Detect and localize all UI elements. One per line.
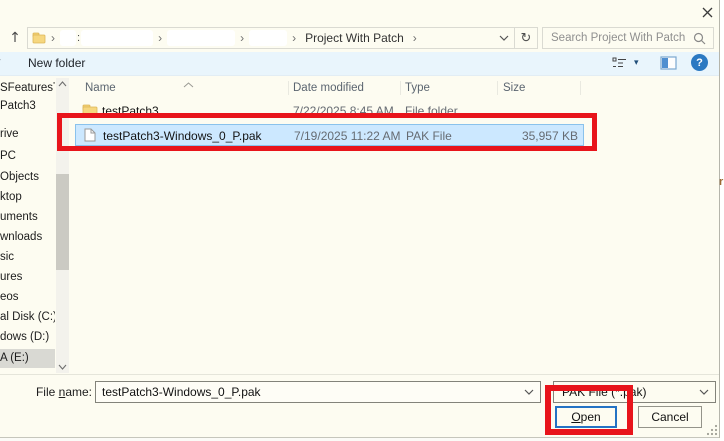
folder-icon [82, 104, 98, 117]
breadcrumb-separator-icon: › [411, 31, 419, 45]
preview-pane-icon [660, 56, 677, 70]
type-cell: PAK File [406, 125, 452, 147]
redacted-breadcrumb-segment [60, 30, 76, 46]
date-modified-cell: 7/19/2025 11:22 AM [294, 125, 401, 147]
close-button[interactable] [696, 3, 718, 21]
scrollbar-thumb[interactable] [56, 174, 69, 270]
background-text-remnant: r [719, 176, 723, 188]
scroll-down-icon[interactable] [56, 361, 69, 373]
sidebar-item[interactable]: dows (D:) [0, 328, 55, 347]
type-cell: File folder [405, 100, 458, 122]
open-file-dialog: › ↑ › : › › › Project With Patch › ↻ ▾ N… [0, 0, 724, 441]
breadcrumb-separator-icon: › [49, 31, 57, 45]
preview-pane-button[interactable] [660, 56, 677, 70]
organize-button-fragment: ▾ [0, 57, 1, 67]
file-type-dropdown-button[interactable] [693, 389, 715, 395]
sidebar-item[interactable]: Objects [0, 168, 55, 187]
date-modified-cell: 7/22/2025 8:45 AM [293, 100, 394, 122]
search-input[interactable] [543, 32, 691, 44]
column-header-type[interactable]: Type [405, 78, 430, 98]
up-arrow-icon: ↑ [9, 30, 21, 46]
sidebar-item[interactable]: al Disk (C:) [0, 308, 55, 327]
file-name-cell: testPatch3 [102, 100, 159, 122]
address-dropdown-button[interactable] [494, 35, 514, 41]
sidebar-item[interactable]: uments [0, 208, 55, 227]
column-divider [288, 81, 289, 95]
dialog-bottom-edge [0, 437, 719, 438]
refresh-icon: ↻ [521, 31, 532, 46]
chevron-down-icon [524, 389, 534, 395]
cancel-button[interactable]: Cancel [638, 406, 702, 428]
column-header-date-modified[interactable]: Date modified [293, 78, 364, 98]
search-icon [691, 32, 713, 45]
chevron-down-icon [499, 35, 509, 41]
column-header-size[interactable]: Size [503, 78, 525, 98]
table-row-selected-file[interactable]: testPatch3-Windows_0_P.pak 7/19/2025 11:… [75, 124, 584, 146]
background-window [720, 0, 724, 441]
refresh-button[interactable]: ↻ [515, 28, 537, 48]
column-divider [400, 81, 401, 95]
file-icon [84, 128, 96, 142]
sidebar-item[interactable]: sic [0, 248, 55, 267]
sidebar-item[interactable]: rive [0, 125, 55, 144]
file-name-cell: testPatch3-Windows_0_P.pak [103, 125, 262, 147]
open-button[interactable]: Open [555, 406, 617, 428]
sidebar-item[interactable]: ktop [0, 188, 55, 207]
footer-divider [0, 374, 719, 375]
breadcrumb-separator-icon: › [156, 31, 164, 45]
column-divider [580, 81, 581, 95]
file-list: Name Date modified Type Size testPatch3 … [75, 77, 719, 373]
redacted-breadcrumb-segment [249, 30, 287, 46]
sidebar-item[interactable]: PC [0, 147, 55, 166]
up-button[interactable]: ↑ [5, 27, 25, 49]
chevron-down-icon [699, 389, 709, 395]
sort-ascending-icon [183, 77, 194, 91]
file-type-value: PAK File (*.pak) [554, 385, 693, 399]
scroll-up-icon[interactable] [56, 78, 69, 90]
list-view-button[interactable] [612, 56, 628, 70]
close-icon [701, 6, 714, 19]
drive-letter-remnant: : [77, 32, 80, 44]
search-box[interactable] [542, 27, 714, 49]
column-header-name[interactable]: Name [85, 78, 116, 98]
size-cell [497, 100, 577, 122]
new-folder-button[interactable]: New folder [28, 56, 85, 70]
column-divider [497, 81, 498, 95]
address-bar[interactable]: › : › › › Project With Patch › ↻ [27, 27, 538, 49]
sidebar-scrollbar[interactable] [56, 78, 69, 373]
file-name-label: File name: [18, 385, 92, 399]
file-type-combobox[interactable]: PAK File (*.pak) [553, 381, 716, 403]
file-name-combobox[interactable] [95, 381, 541, 403]
sidebar-item[interactable]: eos [0, 288, 55, 307]
breadcrumb-separator-icon: › [290, 31, 298, 45]
file-name-dropdown-button[interactable] [518, 389, 540, 395]
size-cell: 35,957 KB [498, 125, 578, 147]
sidebar-item-selected[interactable]: A (E:) [0, 349, 55, 368]
sidebar-item[interactable]: SFeaturesTer [0, 79, 55, 98]
folder-icon [32, 32, 46, 44]
sidebar-item[interactable]: ures [0, 268, 55, 287]
table-row-folder[interactable]: testPatch3 7/22/2025 8:45 AM File folder [75, 100, 595, 122]
help-icon: ? [696, 57, 703, 69]
redacted-breadcrumb-segment [81, 30, 153, 46]
sidebar-item[interactable]: Patch3 [0, 97, 55, 116]
views-dropdown-button[interactable]: ▾ [634, 58, 639, 68]
help-button[interactable]: ? [691, 54, 708, 71]
breadcrumb-current-folder[interactable]: Project With Patch [305, 31, 404, 45]
list-view-icon [612, 56, 628, 70]
redacted-breadcrumb-segment [167, 30, 235, 46]
dialog-right-edge [719, 0, 720, 438]
breadcrumb-separator-icon: › [238, 31, 246, 45]
file-name-input[interactable] [96, 385, 518, 399]
sidebar-item[interactable]: wnloads [0, 228, 55, 247]
